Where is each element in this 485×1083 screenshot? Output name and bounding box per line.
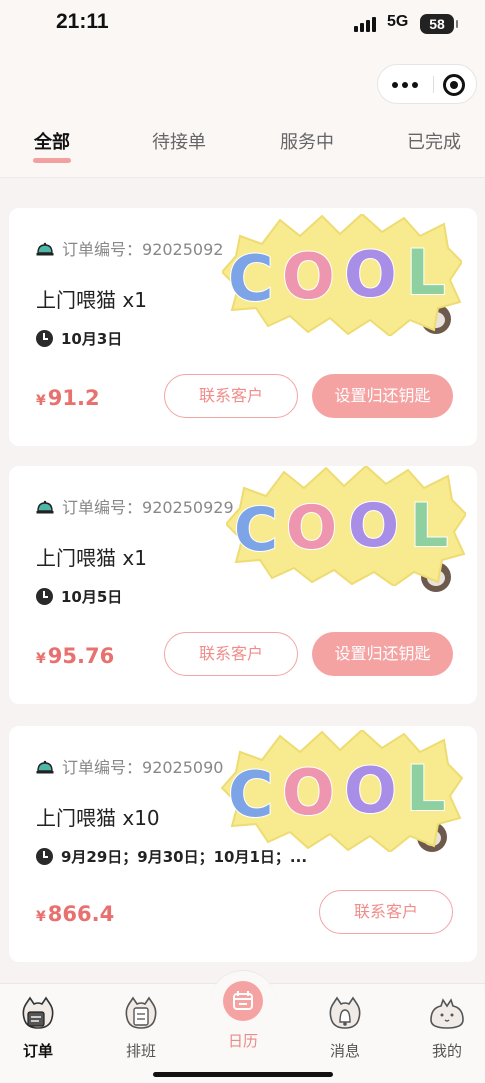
service-name: 上门喂猫 x1	[36, 288, 147, 312]
tab-in-service[interactable]: 服务中	[280, 128, 334, 154]
clock-icon	[36, 848, 53, 865]
nav-calendar-label: 日历	[227, 1032, 258, 1050]
service-dates-text: 10月3日	[61, 330, 123, 348]
cat-schedule-icon	[125, 996, 157, 1029]
close-target-icon[interactable]	[443, 74, 465, 96]
capsule-divider	[433, 76, 434, 93]
status-time: 21:11	[56, 10, 109, 33]
sticker-letter-l: L	[406, 752, 446, 825]
order-price: ¥95.76	[36, 644, 114, 668]
nav-orders[interactable]: 订单	[8, 996, 68, 1061]
sticker-letter-c: C	[228, 758, 274, 831]
network-type: 5G	[387, 13, 409, 30]
nav-calendar[interactable]: 日历	[210, 970, 276, 1050]
price-value: 91.2	[47, 386, 100, 410]
nav-schedule[interactable]: 排班	[111, 996, 171, 1061]
mini-program-capsule	[377, 64, 477, 104]
sticker-letter-o2: O	[348, 491, 399, 561]
sticker-letter-c: C	[234, 495, 278, 565]
price-value: 95.76	[47, 644, 115, 668]
home-indicator	[153, 1072, 333, 1077]
nav-schedule-label: 排班	[125, 1042, 156, 1060]
signal-icon	[354, 16, 380, 32]
tab-pending[interactable]: 待接单	[152, 128, 206, 154]
sticker-letter-o1: O	[282, 756, 335, 829]
sticker-letter-o1: O	[282, 240, 335, 313]
tab-underline	[33, 158, 71, 163]
order-list[interactable]: 订单编号：92025092 上门喂猫 x1 10月3日 ¥91.2 联系客户 设…	[0, 178, 485, 983]
order-tabs: 全部 待接单 服务中 已完成	[0, 112, 485, 178]
calendar-circle	[223, 981, 263, 1021]
bottom-nav: 订单 排班 日历 消息 我的	[0, 970, 485, 1083]
sticker-letter-l: L	[406, 236, 446, 309]
cool-sticker: C O O L	[222, 214, 462, 336]
service-dates: 10月5日	[36, 586, 122, 607]
service-name: 上门喂猫 x10	[36, 806, 160, 830]
service-name: 上门喂猫 x1	[36, 546, 147, 570]
service-bell-icon	[36, 242, 54, 256]
contact-customer-button[interactable]: 联系客户	[319, 890, 453, 934]
cat-profile-icon	[430, 998, 464, 1029]
contact-customer-button[interactable]: 联系客户	[164, 632, 298, 676]
set-return-key-button[interactable]: 设置归还钥匙	[312, 632, 453, 676]
sticker-letter-o1: O	[286, 493, 337, 563]
sticker-letter-o2: O	[344, 754, 397, 827]
service-dates: 10月3日	[36, 328, 122, 349]
battery-icon: 58	[420, 14, 458, 34]
clock-icon	[36, 588, 53, 605]
order-number-value: 92025092	[142, 240, 224, 259]
header	[0, 50, 485, 112]
set-return-key-button[interactable]: 设置归还钥匙	[312, 374, 453, 418]
order-number-label: 订单编号：	[62, 758, 143, 777]
cat-bell-icon	[329, 996, 361, 1029]
tab-all[interactable]: 全部	[34, 128, 70, 154]
nav-profile-label: 我的	[431, 1042, 462, 1060]
calendar-bubble	[210, 970, 276, 1036]
service-bell-icon	[36, 500, 54, 514]
order-price: ¥91.2	[36, 386, 100, 410]
nav-messages[interactable]: 消息	[315, 996, 375, 1061]
cool-sticker: C O O L	[226, 466, 466, 586]
order-number-label: 订单编号：	[62, 498, 143, 517]
contact-customer-button[interactable]: 联系客户	[164, 374, 298, 418]
service-bell-icon	[36, 760, 54, 774]
currency-symbol: ¥	[36, 909, 46, 925]
currency-symbol: ¥	[36, 393, 46, 409]
status-bar: 21:11 5G 58	[0, 0, 485, 50]
service-dates-text: 10月5日	[61, 588, 123, 606]
order-price: ¥866.4	[36, 902, 114, 926]
sticker-letter-l: L	[410, 491, 448, 561]
price-value: 866.4	[47, 902, 115, 926]
currency-symbol: ¥	[36, 651, 46, 667]
order-number: 订单编号：92025090	[36, 754, 223, 778]
sticker-letter-c: C	[228, 242, 274, 315]
cat-order-icon	[22, 996, 54, 1029]
tab-completed[interactable]: 已完成	[407, 128, 461, 154]
nav-orders-label: 订单	[22, 1042, 53, 1060]
nav-messages-label: 消息	[329, 1042, 360, 1060]
calendar-icon	[233, 991, 253, 1010]
order-number: 订单编号：92025092	[36, 236, 223, 260]
cool-sticker: C O O L	[220, 730, 464, 852]
order-number-value: 920250929	[142, 498, 234, 517]
nav-profile[interactable]: 我的	[417, 996, 477, 1061]
more-icon[interactable]	[392, 65, 432, 103]
order-number-value: 92025090	[142, 758, 224, 777]
order-number-label: 订单编号：	[62, 240, 143, 259]
sticker-letter-o2: O	[344, 238, 397, 311]
order-number: 订单编号：920250929	[36, 494, 234, 518]
clock-icon	[36, 330, 53, 347]
